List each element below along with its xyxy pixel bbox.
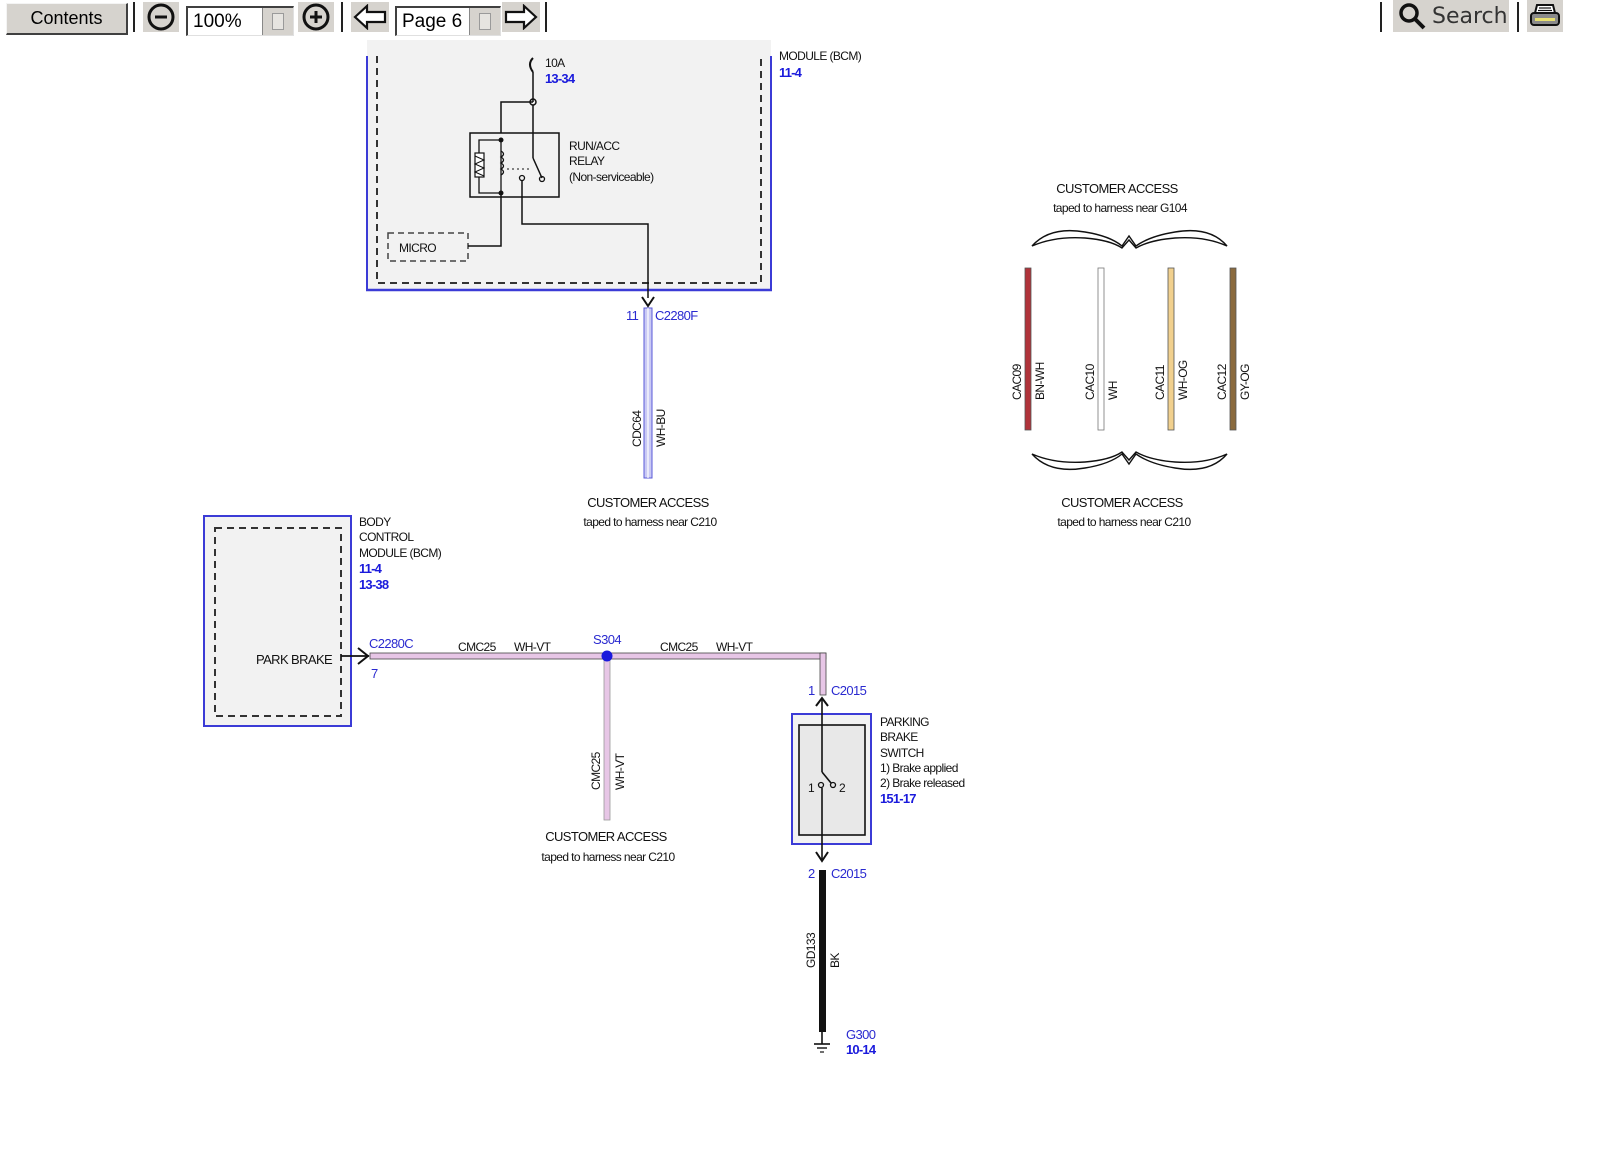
- bcm-ref-link-1[interactable]: 11-4: [359, 561, 383, 576]
- switch-title-line3: SWITCH: [880, 746, 924, 760]
- bcm-title-line2: CONTROL: [359, 530, 414, 544]
- c2015-top-label[interactable]: C2015: [831, 683, 867, 698]
- access-c210-mid-subtitle: taped to harness near C210: [541, 850, 675, 864]
- ground-g300-label[interactable]: G300: [846, 1027, 876, 1042]
- access-g104-title: CUSTOMER ACCESS: [1056, 181, 1178, 196]
- bcm-module: PARK BRAKE BODY CONTROL MODULE (BCM) 11-…: [203, 515, 442, 727]
- switch-title-line5: 2) Brake released: [880, 776, 965, 790]
- bcm-title-line3: MODULE (BCM): [359, 546, 442, 560]
- cac-color-label: WH-OG: [1176, 360, 1190, 400]
- switch-title-line2: BRAKE: [880, 730, 918, 744]
- cac-circuit-label: CAC10: [1083, 363, 1097, 400]
- cac-circuit-label: CAC09: [1010, 363, 1024, 400]
- gd133-color-label: BK: [828, 953, 842, 968]
- cdc64-circuit-label: CDC64: [630, 410, 644, 447]
- c2280c-label[interactable]: C2280C: [369, 636, 414, 651]
- cmc25-branch-color: WH-VT: [613, 752, 627, 790]
- wire-cmc25-down[interactable]: [819, 652, 827, 696]
- cmc25-left-circuit: CMC25: [458, 640, 497, 654]
- cmc25-left-color: WH-VT: [514, 640, 552, 654]
- cac-color-label: BN-WH: [1033, 362, 1047, 400]
- switch-inner-box: [798, 724, 866, 836]
- wire-cac11[interactable]: [1167, 267, 1175, 431]
- top-module: 10A 13-34 RUN/ACC RELAY (Non-serviceable…: [366, 40, 862, 298]
- relay-node: [498, 137, 504, 143]
- relay-label-line3: (Non-serviceable): [569, 170, 654, 184]
- relay-label-line1: RUN/ACC: [569, 139, 620, 153]
- cac-circuit-label: CAC11: [1153, 364, 1167, 400]
- access-g104-subtitle: taped to harness near G104: [1053, 201, 1188, 215]
- micro-label: MICRO: [399, 241, 436, 255]
- c2280f-pin: 11: [626, 308, 639, 323]
- cdc64-color-label: WH-BU: [654, 409, 668, 447]
- connector-arrow: [641, 296, 655, 308]
- switch-title-line1: PARKING: [880, 715, 929, 729]
- wire-gd133[interactable]: [819, 870, 826, 1032]
- access-c210-mid-title: CUSTOMER ACCESS: [545, 829, 667, 844]
- parking-brake-switch: 1 C2015 1 2 PARKING BRAKE SWITCH 1) Brak…: [791, 683, 965, 881]
- cmc25-circuit: S304 CMC25 WH-VT CMC25 WH-VT CMC25 WH-VT…: [369, 632, 827, 864]
- access-g104-bottom-subtitle: taped to harness near C210: [1057, 515, 1191, 529]
- access-c210-top-subtitle: taped to harness near C210: [583, 515, 717, 529]
- relay-label-line2: RELAY: [569, 154, 605, 168]
- gd133-circuit: GD133 BK G300 10-14: [804, 870, 878, 1057]
- splice-s304-label: S304: [593, 632, 621, 647]
- switch-title-line4: 1) Brake applied: [880, 761, 958, 775]
- ground-ref-link[interactable]: 10-14: [846, 1042, 878, 1057]
- switch-ref-link[interactable]: 151-17: [880, 791, 917, 806]
- brace-top: [1031, 229, 1228, 249]
- switch-pin-2: 2: [839, 781, 846, 795]
- wire-cac10[interactable]: [1097, 267, 1105, 431]
- cmc25-right-circuit: CMC25: [660, 640, 699, 654]
- fuse-label: 10A: [545, 56, 565, 70]
- gd133-circuit-label: GD133: [804, 932, 818, 968]
- c2280f-label[interactable]: C2280F: [655, 308, 699, 323]
- switch-pin-1: 1: [808, 781, 815, 795]
- access-g104-bottom-title: CUSTOMER ACCESS: [1061, 495, 1183, 510]
- c2015-top-pin: 1: [808, 683, 815, 698]
- top-module-ref-link[interactable]: 11-4: [779, 65, 803, 80]
- wire-cmc25-branch[interactable]: [603, 655, 611, 821]
- cac-wire-group: CAC09 BN-WH CAC10 WH CAC11 WH-OG CAC12 GY-OG: [1010, 267, 1252, 431]
- cmc25-right-color: WH-VT: [716, 640, 754, 654]
- fuse-ref-link[interactable]: 13-34: [545, 71, 577, 86]
- wire-cac12[interactable]: [1229, 267, 1237, 431]
- bcm-box: [203, 515, 352, 727]
- c2280c-pin: 7: [371, 666, 378, 681]
- customer-access-g104: CUSTOMER ACCESS taped to harness near G1…: [1010, 181, 1252, 529]
- cmc25-branch-circuit: CMC25: [589, 751, 603, 790]
- bcm-ref-link-2[interactable]: 13-38: [359, 577, 390, 592]
- c2015-bottom-pin: 2: [808, 866, 815, 881]
- access-c210-top-title: CUSTOMER ACCESS: [587, 495, 709, 510]
- c2015-bottom-label[interactable]: C2015: [831, 866, 867, 881]
- bcm-inner-label: PARK BRAKE: [256, 652, 333, 667]
- splice-s304[interactable]: [601, 650, 613, 662]
- wiring-diagram: 10A 13-34 RUN/ACC RELAY (Non-serviceable…: [203, 40, 1252, 1057]
- cac-color-label: GY-OG: [1238, 364, 1252, 400]
- cac-color-label: WH: [1106, 381, 1120, 400]
- cac-circuit-label: CAC12: [1215, 363, 1229, 400]
- bcm-title-line1: BODY: [359, 515, 391, 529]
- wire-cac09[interactable]: [1024, 267, 1032, 431]
- wire-cmc25-horizontal[interactable]: [369, 652, 827, 660]
- cdc64-circuit: 11 C2280F CDC64 WH-BU CUSTOMER ACCESS ta…: [583, 296, 718, 529]
- top-module-title: MODULE (BCM): [779, 49, 862, 63]
- brace-bottom: [1031, 451, 1228, 471]
